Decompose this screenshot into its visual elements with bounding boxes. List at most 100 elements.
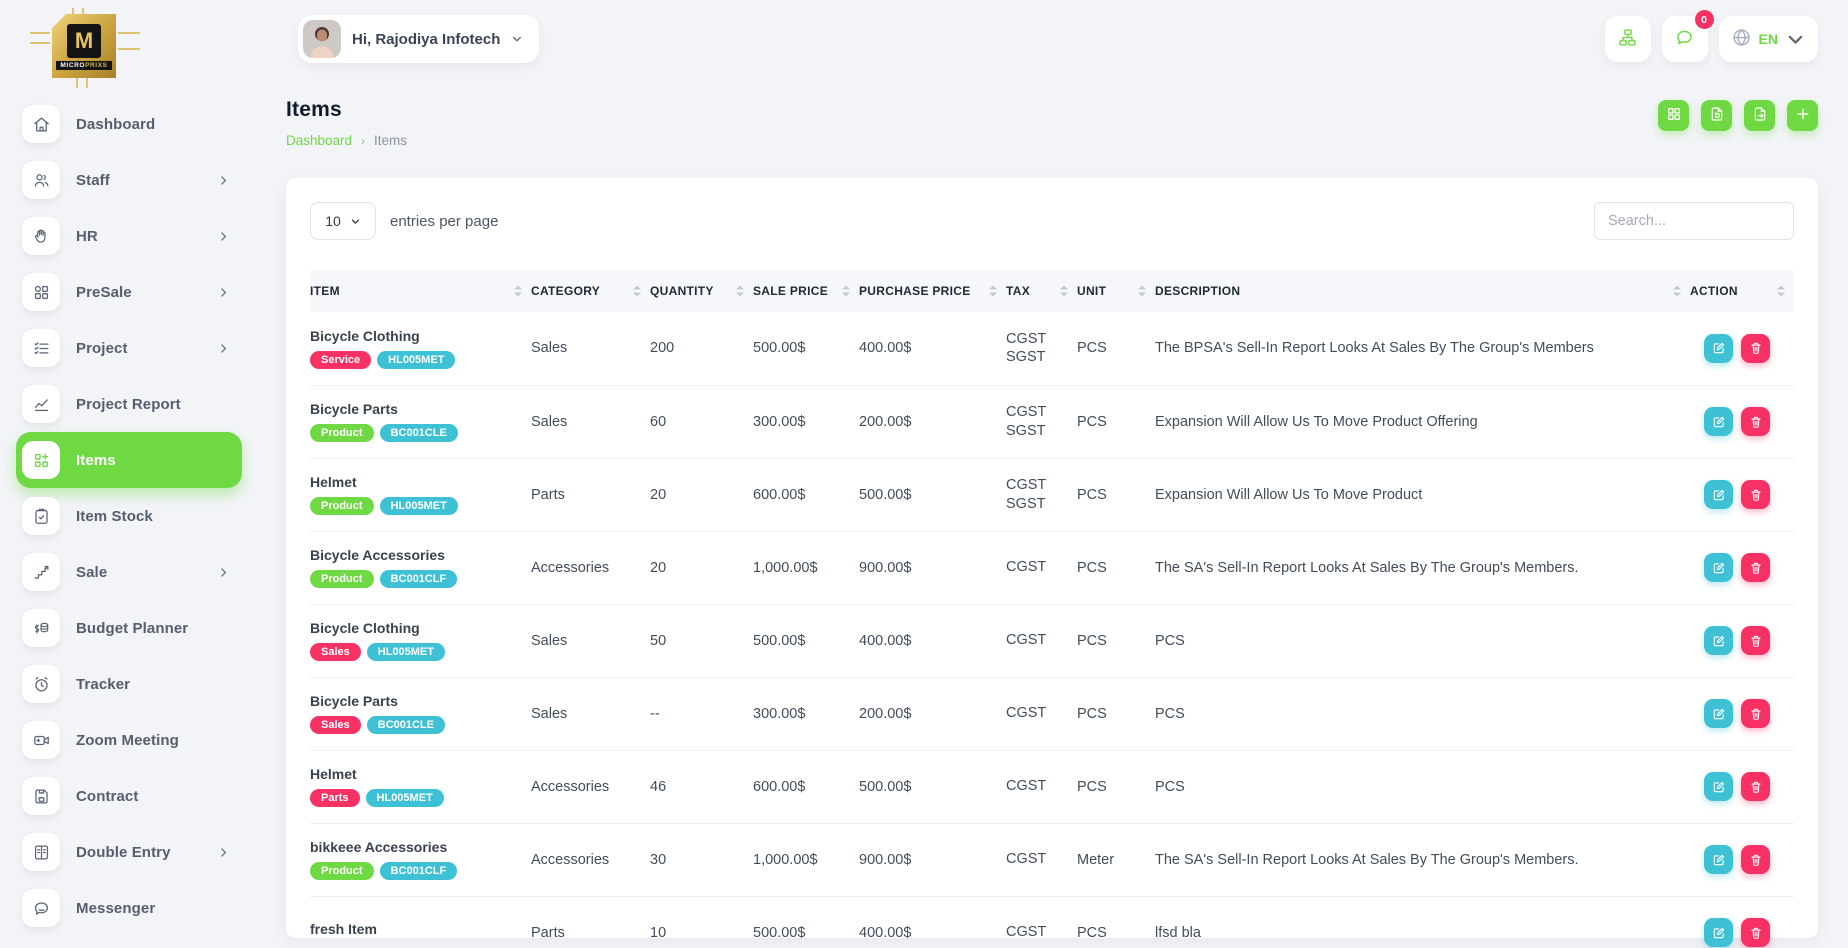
sort-icon[interactable]: [1060, 286, 1068, 297]
edit-button[interactable]: [1704, 918, 1733, 947]
user-menu[interactable]: Hi, Rajodiya Infotech: [298, 15, 539, 63]
circuit-line: [118, 48, 140, 50]
delete-button[interactable]: [1741, 772, 1770, 801]
sidebar-item-double-entry[interactable]: Double Entry: [16, 824, 242, 880]
action-cell: [1690, 531, 1794, 604]
item-badge: BC001CLF: [380, 862, 458, 880]
circuit-line: [30, 32, 50, 34]
entries-per-page-select[interactable]: 10: [310, 202, 376, 240]
tax-line: CGST: [1006, 631, 1077, 649]
video-camera-icon: [22, 721, 60, 759]
edit-pencil-icon: [1712, 853, 1726, 867]
import-button[interactable]: [1701, 100, 1732, 131]
sort-icon[interactable]: [989, 286, 997, 297]
delete-button[interactable]: [1741, 334, 1770, 363]
sidebar: M MICROPRIXS Dashboard Staff: [0, 0, 258, 948]
sale-price-cell: 600.00$: [753, 458, 859, 531]
item-badge: Parts: [310, 789, 360, 807]
sort-icon[interactable]: [514, 286, 522, 297]
chevron-right-icon: ›: [361, 134, 365, 148]
edit-pencil-icon: [1712, 561, 1726, 575]
sort-icon[interactable]: [1673, 286, 1681, 297]
brand-logo[interactable]: M MICROPRIXS: [30, 8, 150, 96]
alarm-clock-icon: [22, 665, 60, 703]
column-header-purchase-price: PURCHASE PRICE: [859, 270, 1006, 312]
trash-icon: [1749, 415, 1763, 429]
sidebar-item-presale[interactable]: PreSale: [16, 264, 242, 320]
edit-button[interactable]: [1704, 407, 1733, 436]
sort-icon[interactable]: [842, 286, 850, 297]
tax-line: SGST: [1006, 348, 1077, 366]
quantity-cell: 20: [650, 531, 753, 604]
messages-button[interactable]: 0: [1662, 16, 1708, 62]
unit-cell: PCS: [1077, 896, 1155, 948]
sitemap-button[interactable]: [1605, 16, 1651, 62]
delete-button[interactable]: [1741, 480, 1770, 509]
category-cell: Sales: [531, 385, 650, 458]
sidebar-item-zoom-meeting[interactable]: Zoom Meeting: [16, 712, 242, 768]
delete-button[interactable]: [1741, 626, 1770, 655]
sidebar-item-contract[interactable]: Contract: [16, 768, 242, 824]
edit-button[interactable]: [1704, 772, 1733, 801]
item-name: Bicycle Clothing: [310, 328, 531, 344]
unit-cell: PCS: [1077, 385, 1155, 458]
table-row: Bicycle Parts Product BC001CLE Sales: [310, 385, 1794, 458]
table-row: Bicycle Clothing Sales HL005MET Sales: [310, 604, 1794, 677]
edit-button[interactable]: [1704, 480, 1733, 509]
description-cell: PCS: [1155, 750, 1690, 823]
sort-icon[interactable]: [1777, 286, 1785, 297]
item-badge: HL005MET: [366, 789, 444, 807]
brand-wordmark: MICROPRIXS: [56, 61, 111, 70]
delete-button[interactable]: [1741, 407, 1770, 436]
item-cell: Bicycle Parts Product BC001CLE: [310, 385, 531, 458]
stairs-icon: [22, 553, 60, 591]
column-header-unit: UNIT: [1077, 270, 1155, 312]
sidebar-item-project[interactable]: Project: [16, 320, 242, 376]
add-item-button[interactable]: [1787, 100, 1818, 131]
sort-icon[interactable]: [633, 286, 641, 297]
item-name: Helmet: [310, 474, 531, 490]
sidebar-item-hr[interactable]: HR: [16, 208, 242, 264]
delete-button[interactable]: [1741, 918, 1770, 947]
description-cell: PCS: [1155, 604, 1690, 677]
sidebar-item-dashboard[interactable]: Dashboard: [16, 96, 242, 152]
breadcrumb-dashboard-link[interactable]: Dashboard: [286, 133, 352, 148]
sidebar-item-item-stock[interactable]: Item Stock: [16, 488, 242, 544]
edit-button[interactable]: [1704, 334, 1733, 363]
tax-cell: CGSTSGST: [1006, 385, 1077, 458]
sidebar-item-items[interactable]: Items: [16, 432, 242, 488]
column-header-quantity: QUANTITY: [650, 270, 753, 312]
tax-cell: CGST: [1006, 750, 1077, 823]
grid-view-button[interactable]: [1658, 100, 1689, 131]
delete-button[interactable]: [1741, 845, 1770, 874]
sort-icon[interactable]: [1138, 286, 1146, 297]
sidebar-item-budget-planner[interactable]: Budget Planner: [16, 600, 242, 656]
topbar: Hi, Rajodiya Infotech 0 EN: [286, 0, 1818, 72]
edit-button[interactable]: [1704, 845, 1733, 874]
circuit-line: [118, 32, 140, 34]
edit-button[interactable]: [1704, 626, 1733, 655]
export-button[interactable]: [1744, 100, 1775, 131]
chevron-right-icon: [217, 286, 230, 299]
trash-icon: [1749, 561, 1763, 575]
language-selector[interactable]: EN: [1719, 16, 1818, 62]
quantity-cell: 46: [650, 750, 753, 823]
purchase-price-cell: 400.00$: [859, 896, 1006, 948]
search-input[interactable]: [1594, 202, 1794, 240]
edit-button[interactable]: [1704, 699, 1733, 728]
sidebar-item-tracker[interactable]: Tracker: [16, 656, 242, 712]
category-cell: Sales: [531, 677, 650, 750]
sidebar-item-messenger[interactable]: Messenger: [16, 880, 242, 936]
sidebar-item-staff[interactable]: Staff: [16, 152, 242, 208]
sort-icon[interactable]: [736, 286, 744, 297]
delete-button[interactable]: [1741, 699, 1770, 728]
delete-button[interactable]: [1741, 553, 1770, 582]
sidebar-item-project-report[interactable]: Project Report: [16, 376, 242, 432]
edit-pencil-icon: [1712, 707, 1726, 721]
page-toolbar: [1658, 100, 1818, 131]
edit-button[interactable]: [1704, 553, 1733, 582]
chevron-right-icon: [217, 342, 230, 355]
avatar: [303, 20, 341, 58]
sidebar-item-sale[interactable]: Sale: [16, 544, 242, 600]
language-label: EN: [1759, 31, 1778, 47]
